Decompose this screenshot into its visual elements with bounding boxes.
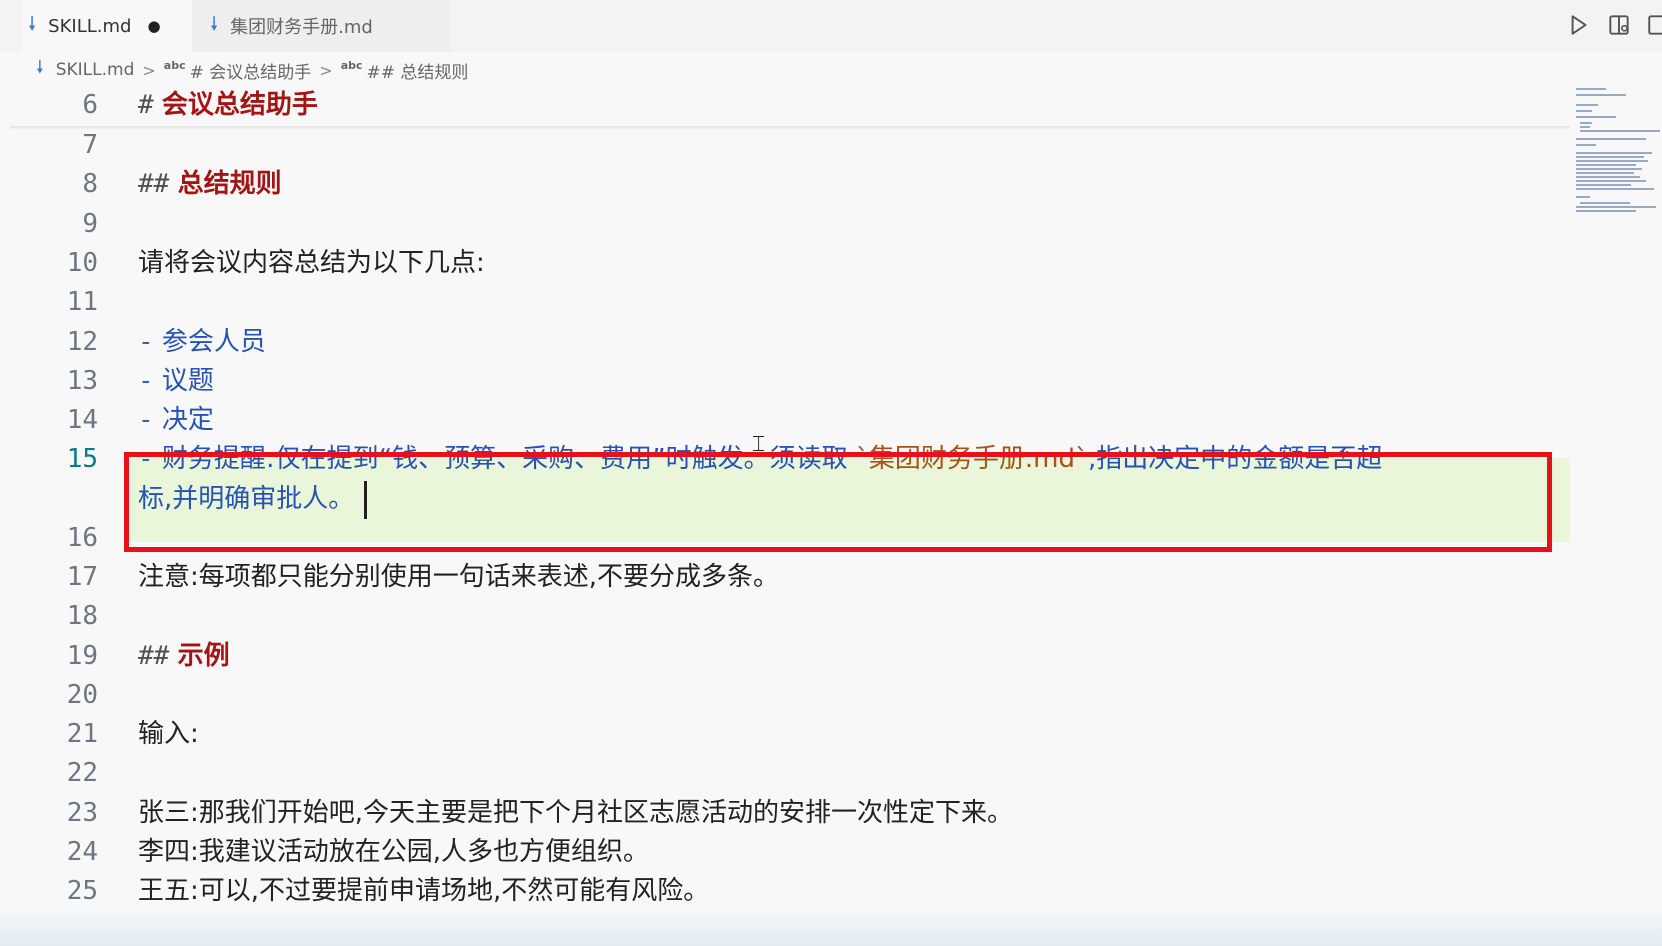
open-preview-icon[interactable] [1606,12,1632,38]
heading-marker: # [138,90,154,120]
markdown-file-icon: 🠗 [36,57,44,78]
list-bullet: - [138,327,154,357]
line-number: 11 [66,287,98,317]
line-number: 8 [82,169,98,199]
markdown-file-icon: 🠗 [210,13,219,35]
line-number: 12 [66,327,98,357]
line-number: 23 [66,798,98,828]
line-number: 14 [66,405,98,435]
line-text: 张三:那我们开始吧,今天主要是把下个月社区志愿活动的安排一次性定下来。 [138,798,1014,828]
code-line: 13 - 议题 [0,360,1570,402]
tab-skill-md[interactable]: 🠗 SKILL.md ● [22,0,196,52]
breadcrumb-heading-2[interactable]: ## 总结规则 [367,58,469,83]
line-number: 20 [66,680,98,710]
breadcrumb-heading-1[interactable]: # 会议总结助手 [190,58,312,83]
red-annotation-box [124,452,1552,552]
string-symbol-icon: abc [340,58,363,72]
code-line: 12 - 参会人员 [0,321,1570,363]
heading-marker: ## [138,169,170,199]
code-line: 14 - 决定 [0,399,1570,441]
code-line: 21 输入: [0,713,1570,755]
line-number: 13 [66,366,98,396]
line-number: 9 [82,209,98,239]
code-line: 11 [0,281,1570,323]
code-line: 18 [0,595,1570,637]
line-number: 10 [66,248,98,278]
code-line: 20 [0,674,1570,716]
tab-finance-handbook[interactable]: 🠗 集团财务手册.md [192,0,450,52]
code-line: 10 请将会议内容总结为以下几点: [0,242,1570,284]
code-line: 23 张三:那我们开始吧,今天主要是把下个月社区志愿活动的安排一次性定下来。 [0,792,1570,834]
list-item-text: 决定 [161,405,214,435]
split-editor-icon[interactable] [1646,12,1662,38]
list-bullet: - [138,366,154,396]
line-text: 注意:每项都只能分别使用一句话来表述,不要分成多条。 [138,562,780,592]
line-number: 15 [66,444,98,474]
line-number: 17 [66,562,98,592]
code-line: 6 # 会议总结助手 [0,84,1570,126]
line-number: 21 [66,719,98,749]
list-item-text: 议题 [161,366,214,396]
line-number: 22 [66,758,98,788]
line-number: 16 [66,523,98,553]
code-line: 19 ## 示例 [0,635,1570,677]
heading-marker: ## [138,641,170,671]
line-text: 输入: [138,719,199,749]
chevron-right-icon: > [319,60,333,80]
line-number: 6 [82,90,98,120]
bottom-fade-overlay [0,905,1662,946]
unsaved-dot-icon[interactable]: ● [147,17,160,35]
code-line: 9 [0,203,1570,245]
code-line: 8 ## 总结规则 [0,163,1570,205]
run-icon[interactable] [1565,12,1591,38]
code-line: 24 李四:我建议活动放在公园,人多也方便组织。 [0,831,1570,873]
breadcrumb-file[interactable]: SKILL.md [56,60,135,80]
heading-text: 会议总结助手 [161,90,318,120]
list-item-text: 参会人员 [161,327,266,357]
code-line: 22 [0,752,1570,794]
tab-label: 集团财务手册.md [230,17,373,38]
line-number: 19 [66,641,98,671]
list-bullet: - [138,405,154,435]
code-line: 17 注意:每项都只能分别使用一句话来表述,不要分成多条。 [0,556,1570,598]
breadcrumb: 🠗 SKILL.md > abc # 会议总结助手 > abc ## 总结规则 [36,56,468,84]
heading-text: 示例 [177,641,230,671]
line-number: 7 [82,130,98,160]
heading-text: 总结规则 [177,169,282,199]
line-text: 李四:我建议活动放在公园,人多也方便组织。 [138,837,650,867]
chevron-right-icon: > [142,60,156,80]
editor-tab-bar: 🠗 SKILL.md ● 🠗 集团财务手册.md [0,0,1662,52]
code-line: 7 [0,124,1570,166]
string-symbol-icon: abc [163,58,186,72]
line-text: 请将会议内容总结为以下几点: [138,248,485,278]
ibeam-cursor-icon: ⌶ [752,432,766,457]
tab-label: SKILL.md [48,15,132,37]
line-number: 18 [66,601,98,631]
markdown-file-icon: 🠗 [28,13,37,35]
minimap[interactable] [1572,86,1662,236]
line-number: 24 [66,837,98,867]
